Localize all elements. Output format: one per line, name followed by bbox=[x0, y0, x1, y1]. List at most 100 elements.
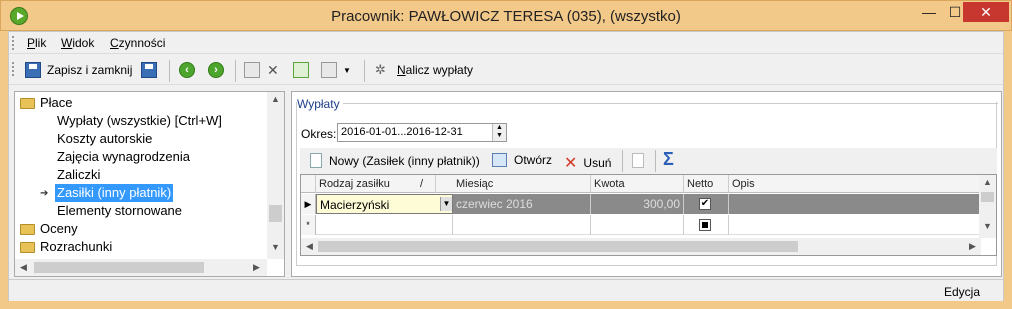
toolbar-separator bbox=[364, 60, 365, 82]
refresh-icon bbox=[293, 62, 309, 78]
save-button[interactable] bbox=[141, 60, 157, 80]
grid-header: Rodzaj zasiłku / Miesiąc Kwota Netto Opis bbox=[301, 175, 981, 193]
close-button[interactable]: ✕ bbox=[963, 2, 1009, 22]
toolbar-separator bbox=[235, 60, 236, 82]
calculate-payroll-button[interactable]: ✲ Nalicz wypłaty bbox=[375, 60, 473, 80]
grid-toolbar-separator bbox=[622, 150, 623, 172]
column-opis[interactable]: Opis bbox=[729, 175, 981, 193]
scroll-down-icon[interactable]: ▼ bbox=[979, 221, 996, 231]
refresh-button[interactable] bbox=[293, 60, 309, 80]
grid-toolbar: Nowy (Zasiłek (inny płatnik)) Otwórz ✕ U… bbox=[300, 148, 997, 176]
period-field[interactable]: 2016-01-01...2016-12-31 ▲ ▼ bbox=[337, 123, 507, 142]
benefit-type-combo[interactable]: Macierzyński ▼ bbox=[316, 194, 453, 214]
delete-button[interactable]: ✕ Usuń bbox=[564, 153, 611, 173]
period-value: 2016-01-01...2016-12-31 bbox=[341, 126, 463, 138]
column-netto[interactable]: Netto bbox=[684, 175, 729, 193]
save-close-label: Zapisz i zamknij bbox=[47, 63, 133, 77]
scroll-thumb[interactable] bbox=[981, 192, 994, 202]
save-icon bbox=[25, 62, 41, 78]
tree-item-zaliczki[interactable]: Zaliczki bbox=[57, 166, 100, 184]
tree-item-place[interactable]: Płace bbox=[20, 94, 73, 112]
new-label: Nowy (Zasiłek (inny płatnik)) bbox=[329, 153, 480, 168]
tree-horizontal-scrollbar[interactable]: ◀ ▶ bbox=[15, 259, 267, 276]
window-frame: Plik Widok Czynności Zapisz i zamknij ‹ … bbox=[0, 31, 1012, 309]
structure-button[interactable] bbox=[244, 60, 260, 80]
new-netto-checkbox[interactable] bbox=[699, 219, 711, 231]
tree-item-rozrachunki[interactable]: Rozrachunki bbox=[20, 238, 112, 256]
column-miesiac[interactable]: Miesiąc bbox=[453, 175, 591, 193]
netto-checkbox[interactable]: ✔ bbox=[699, 198, 711, 210]
print-button[interactable]: ▼ bbox=[321, 60, 351, 80]
toolbar-grip bbox=[12, 62, 15, 76]
new-cell-kwota[interactable] bbox=[591, 215, 684, 235]
navigation-tree[interactable]: Płace Wypłaty (wszystkie) [Ctrl+W] Koszt… bbox=[14, 91, 285, 277]
new-button[interactable]: Nowy (Zasiłek (inny płatnik)) bbox=[310, 153, 480, 168]
new-cell-rodzaj[interactable] bbox=[316, 215, 453, 235]
new-row-marker: * bbox=[301, 215, 316, 235]
scroll-left-icon[interactable]: ◀ bbox=[15, 262, 32, 273]
menu-widok[interactable]: Widok bbox=[61, 36, 94, 50]
folder-open-icon bbox=[20, 98, 35, 110]
sum-button[interactable]: Σ bbox=[663, 149, 674, 170]
delete-label: Usuń bbox=[583, 156, 612, 170]
open-button[interactable]: Otwórz bbox=[492, 153, 552, 167]
tree-item-koszty[interactable]: Koszty autorskie bbox=[57, 130, 152, 148]
back-button[interactable]: ‹ bbox=[179, 60, 195, 80]
period-label: Okres: bbox=[301, 127, 337, 141]
save-as-icon bbox=[141, 62, 157, 78]
tree-item-wyplaty[interactable]: Wypłaty (wszystkie) [Ctrl+W] bbox=[57, 112, 222, 130]
status-mode: Edycja bbox=[943, 285, 980, 299]
open-label: Otwórz bbox=[514, 153, 553, 167]
title-bar: Pracownik: PAWŁOWICZ TERESA (035), (wszy… bbox=[0, 0, 1012, 31]
new-cell-netto[interactable] bbox=[684, 215, 729, 235]
column-rodzaj[interactable]: Rodzaj zasiłku / bbox=[316, 175, 436, 193]
scroll-right-icon[interactable]: ▶ bbox=[248, 262, 265, 273]
column-kwota[interactable]: Kwota bbox=[591, 175, 684, 193]
sigma-icon: Σ bbox=[663, 149, 674, 169]
scroll-up-icon[interactable]: ▲ bbox=[267, 94, 284, 104]
menu-czynnosci[interactable]: Czynności bbox=[110, 36, 165, 50]
document-button[interactable] bbox=[632, 153, 651, 168]
scroll-thumb[interactable] bbox=[318, 241, 798, 252]
tree-vertical-scrollbar[interactable]: ▲ ▼ bbox=[267, 92, 284, 259]
cell-netto[interactable]: ✔ bbox=[684, 194, 729, 214]
scroll-right-icon[interactable]: ▶ bbox=[964, 241, 981, 252]
tools-button[interactable]: ✕ bbox=[267, 60, 283, 80]
row-indicator-header bbox=[301, 175, 316, 193]
table-row[interactable]: ▶ Macierzyński ▼ czerwiec 2016 300,00 ✔ bbox=[301, 194, 981, 214]
window-title: Pracownik: PAWŁOWICZ TERESA (035), (wszy… bbox=[331, 8, 681, 25]
grid-horizontal-scrollbar[interactable]: ◀ ▶ bbox=[301, 238, 981, 255]
tree-item-zajecia[interactable]: Zajęcia wynagrodzenia bbox=[57, 148, 190, 166]
menu-plik[interactable]: Plik bbox=[27, 36, 46, 50]
chevron-down-icon[interactable]: ▼ bbox=[440, 197, 452, 211]
payments-grid[interactable]: Rodzaj zasiłku / Miesiąc Kwota Netto Opis… bbox=[300, 174, 997, 256]
minimize-button[interactable]: — bbox=[916, 2, 942, 22]
grid-toolbar-separator bbox=[655, 150, 656, 172]
arrow-right-icon: › bbox=[208, 62, 224, 78]
save-close-button[interactable]: Zapisz i zamknij bbox=[25, 60, 132, 80]
scroll-left-icon[interactable]: ◀ bbox=[301, 241, 318, 252]
forward-button[interactable]: › bbox=[208, 60, 224, 80]
tree-item-zasilki[interactable]: ➔ Zasiłki (inny płatnik) bbox=[15, 184, 265, 202]
window-client: Plik Widok Czynności Zapisz i zamknij ‹ … bbox=[8, 31, 1004, 301]
cell-kwota[interactable]: 300,00 bbox=[591, 194, 684, 214]
scroll-thumb[interactable] bbox=[34, 262, 204, 273]
menu-bar: Plik Widok Czynności bbox=[9, 32, 1003, 54]
folder-icon bbox=[20, 224, 35, 236]
scroll-down-icon[interactable]: ▼ bbox=[267, 242, 284, 252]
tree-item-oceny[interactable]: Oceny bbox=[20, 220, 78, 238]
tree-item-elementy[interactable]: Elementy stornowane bbox=[57, 202, 182, 220]
grid-vertical-scrollbar[interactable]: ▲ ▼ bbox=[979, 175, 996, 238]
chevron-down-icon[interactable]: ▼ bbox=[343, 66, 351, 75]
new-cell-miesiac[interactable] bbox=[453, 215, 591, 235]
new-table-row[interactable]: * bbox=[301, 215, 981, 235]
scroll-thumb[interactable] bbox=[269, 205, 282, 222]
status-bar: Edycja bbox=[9, 279, 1003, 301]
period-spinner[interactable]: ▲ ▼ bbox=[492, 124, 506, 141]
magic-wand-icon: ✲ bbox=[375, 62, 386, 77]
folder-icon bbox=[20, 242, 35, 254]
new-cell-opis[interactable] bbox=[729, 215, 981, 235]
cell-miesiac[interactable]: czerwiec 2016 bbox=[453, 194, 591, 214]
cell-opis[interactable] bbox=[729, 194, 981, 214]
scroll-up-icon[interactable]: ▲ bbox=[979, 177, 996, 187]
